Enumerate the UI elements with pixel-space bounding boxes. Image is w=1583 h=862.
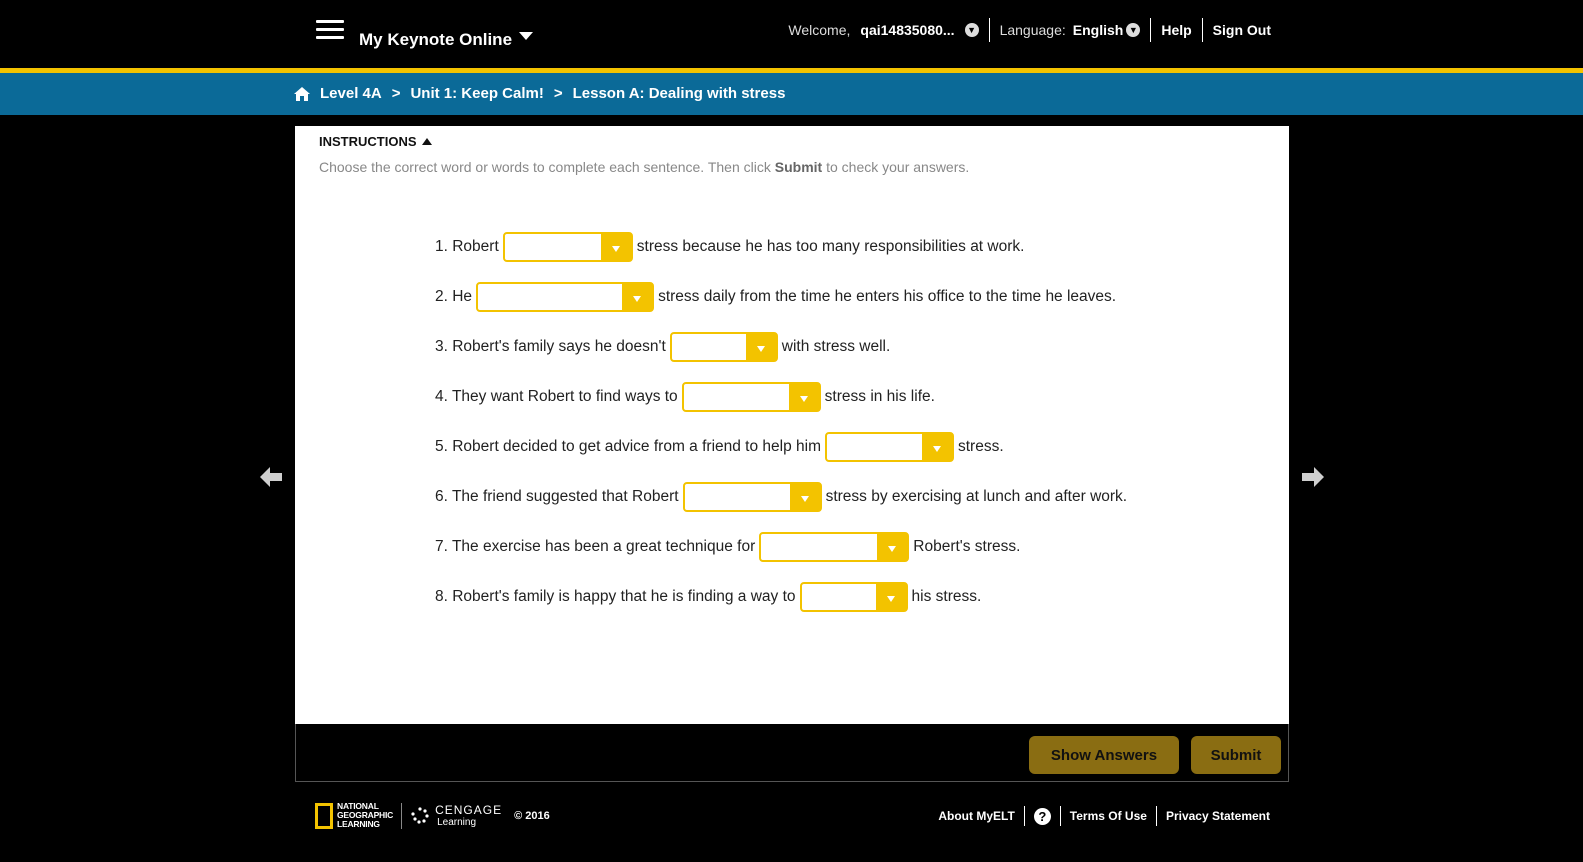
top-bar: My Keynote Online Welcome, qai14835080..… [0, 0, 1583, 68]
instructions-label: INSTRUCTIONS [319, 134, 417, 149]
app-title: My Keynote Online [359, 30, 513, 49]
user-area: Welcome, qai14835080... ▼ Language: Engl… [788, 18, 1271, 42]
user-menu-chevron-icon[interactable]: ▼ [964, 23, 979, 37]
question-7: 7. The exercise has been a great techniq… [435, 532, 1020, 562]
breadcrumb-separator: > [391, 85, 401, 102]
question-8: 8. Robert's family is happy that he is f… [435, 582, 981, 612]
question-5: 5. Robert decided to get advice from a f… [435, 432, 1004, 462]
divider [1023, 806, 1025, 826]
dropdown-arrow-icon [877, 534, 908, 560]
question-text: stress in his life. [824, 388, 935, 405]
answer-dropdown-6[interactable] [682, 482, 822, 512]
question-text: stress daily from the time he enters his… [658, 288, 1117, 305]
home-icon[interactable] [294, 86, 310, 101]
about-link[interactable]: About MyELT [938, 809, 1014, 823]
action-bar: Show Answers Submit [295, 724, 1289, 782]
cengage-logo-icon [411, 806, 429, 824]
footer-logos: NATIONAL GEOGRAPHIC LEARNING CENGAGE Lea… [315, 802, 550, 829]
menu-icon[interactable] [316, 20, 344, 40]
breadcrumb-unit[interactable]: Unit 1: Keep Calm! [410, 85, 543, 102]
terms-link[interactable]: Terms Of Use [1070, 809, 1147, 823]
dropdown-arrow-icon [875, 584, 906, 610]
answer-dropdown-5[interactable] [825, 432, 954, 462]
privacy-link[interactable]: Privacy Statement [1166, 809, 1270, 823]
breadcrumb-lesson[interactable]: Lesson A: Dealing with stress [573, 85, 786, 102]
submit-button[interactable]: Submit [1191, 736, 1281, 774]
question-text: 2. He [435, 288, 473, 305]
divider [1155, 806, 1157, 826]
divider [1150, 18, 1152, 42]
breadcrumb: Level 4A > Unit 1: Keep Calm! > Lesson A… [294, 85, 785, 102]
question-text: 5. Robert decided to get advice from a f… [435, 438, 821, 455]
dropdown-arrow-icon [788, 384, 819, 410]
dropdown-arrow-icon [745, 334, 776, 360]
previous-arrow-icon[interactable] [258, 465, 284, 489]
logo-divider [401, 802, 403, 829]
divider [1059, 806, 1061, 826]
question-6: 6. The friend suggested that Robert stre… [435, 482, 1127, 512]
instructions-submit-word: Submit [774, 159, 823, 175]
app-menu-caret-icon[interactable] [519, 32, 533, 40]
question-text: 3. Robert's family says he doesn't [435, 338, 666, 355]
question-text: stress by exercising at lunch and after … [825, 488, 1128, 505]
cengage-line: Learning [437, 816, 477, 828]
question-1: 1. Robert stress because he has too many… [435, 232, 1024, 262]
question-text: 1. Robert [435, 238, 499, 255]
divider [1201, 18, 1203, 42]
question-text: stress. [958, 438, 1004, 455]
instructions-text-part: Choose the correct word or words to comp… [319, 159, 775, 175]
cengage-line: CENGAGE [435, 802, 503, 817]
answer-dropdown-2[interactable] [476, 282, 655, 312]
answer-dropdown-7[interactable] [759, 532, 910, 562]
ng-line: LEARNING [337, 819, 380, 829]
next-arrow-icon[interactable] [1300, 465, 1326, 489]
question-text: stress because he has too many responsib… [636, 238, 1025, 255]
language-label: Language: [999, 22, 1066, 38]
show-answers-button[interactable]: Show Answers [1029, 736, 1179, 774]
instructions-text: Choose the correct word or words to comp… [319, 159, 969, 175]
national-geographic-logo-icon [315, 802, 333, 829]
answer-dropdown-8[interactable] [799, 582, 908, 612]
dropdown-arrow-icon [922, 434, 952, 460]
question-4: 4. They want Robert to find ways to stre… [435, 382, 935, 412]
divider [988, 18, 990, 42]
cengage-wordmark: CENGAGE Learning [435, 802, 503, 828]
question-text: 7. The exercise has been a great techniq… [435, 538, 756, 555]
question-text: 6. The friend suggested that Robert [435, 488, 679, 505]
sign-out-link[interactable]: Sign Out [1213, 22, 1271, 38]
instructions-toggle[interactable]: INSTRUCTIONS [319, 134, 432, 149]
answer-dropdown-4[interactable] [681, 382, 821, 412]
dropdown-arrow-icon [600, 234, 631, 260]
dropdown-arrow-icon [789, 484, 820, 510]
collapse-triangle-icon [421, 138, 432, 145]
footer-links: About MyELT ? Terms Of Use Privacy State… [938, 806, 1270, 826]
username: qai14835080... [860, 22, 955, 38]
question-text: 4. They want Robert to find ways to [435, 388, 678, 405]
language-chevron-icon[interactable]: ▼ [1126, 23, 1141, 37]
activity-card: INSTRUCTIONS Choose the correct word or … [295, 126, 1289, 724]
question-text: his stress. [911, 588, 982, 605]
breadcrumb-separator: > [553, 85, 563, 102]
question-text: with stress well. [781, 338, 891, 355]
welcome-label: Welcome, [788, 22, 851, 38]
national-geographic-wordmark: NATIONAL GEOGRAPHIC LEARNING [337, 802, 393, 829]
help-icon[interactable]: ? [1033, 807, 1051, 825]
question-text: Robert's stress. [913, 538, 1021, 555]
help-link[interactable]: Help [1161, 22, 1191, 38]
breadcrumb-bar: Level 4A > Unit 1: Keep Calm! > Lesson A… [0, 73, 1583, 115]
question-3: 3. Robert's family says he doesn't with … [435, 332, 890, 362]
answer-dropdown-1[interactable] [502, 232, 633, 262]
instructions-text-part: to check your answers. [822, 159, 970, 175]
question-text: 8. Robert's family is happy that he is f… [435, 588, 796, 605]
copyright: © 2016 [514, 809, 550, 822]
dropdown-arrow-icon [622, 284, 653, 310]
breadcrumb-level[interactable]: Level 4A [320, 85, 382, 102]
question-2: 2. He stress daily from the time he ente… [435, 282, 1116, 312]
language-select[interactable]: English [1073, 22, 1124, 38]
answer-dropdown-3[interactable] [669, 332, 778, 362]
